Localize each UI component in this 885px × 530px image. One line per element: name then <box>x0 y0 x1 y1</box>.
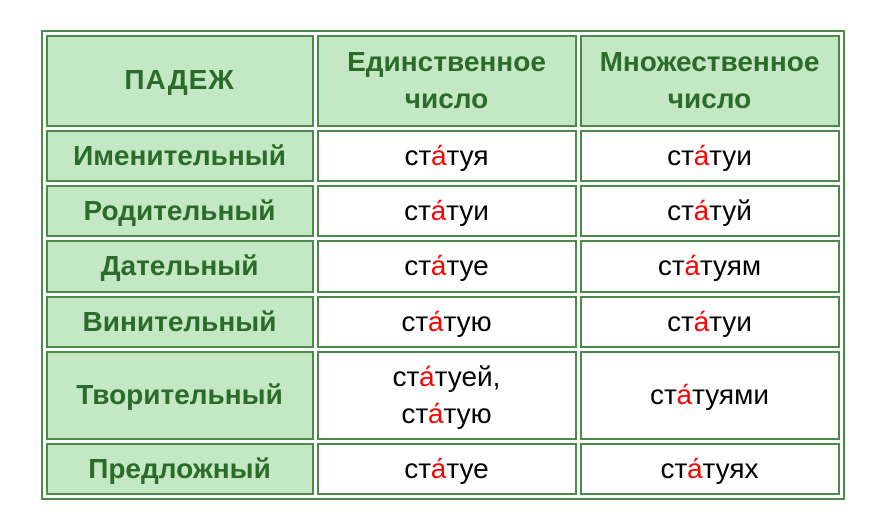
plural-cell: ста́туй <box>580 185 840 237</box>
declension-table-wrapper: ПАДЕЖ Единственное число Множественное ч… <box>41 30 845 501</box>
word-stress: а́ <box>687 453 703 484</box>
word-prefix: ст <box>393 361 420 392</box>
plural-cell: ста́туях <box>580 443 840 495</box>
table-header-row: ПАДЕЖ Единственное число Множественное ч… <box>46 35 840 127</box>
header-singular: Единственное число <box>317 35 577 127</box>
word-prefix: ст <box>650 379 677 410</box>
singular-cell: ста́туя <box>317 130 577 182</box>
header-case: ПАДЕЖ <box>46 35 314 127</box>
table-body: Именительныйста́туяста́туиРодительныйста… <box>46 130 840 496</box>
word-suffix: туям <box>700 250 761 281</box>
header-singular-line2: число <box>405 83 489 114</box>
word-stress: а́ <box>694 140 710 171</box>
case-name-cell: Предложный <box>46 443 314 495</box>
case-name-cell: Именительный <box>46 130 314 182</box>
word-suffix: туями <box>692 379 769 410</box>
singular-cell: ста́тую <box>317 296 577 348</box>
header-plural-line1: Множественное <box>600 46 820 77</box>
case-name-cell: Творительный <box>46 351 314 440</box>
word-stress: а́ <box>431 453 447 484</box>
word-suffix: тую <box>443 398 491 429</box>
table-row: Творительныйста́туей,ста́туюста́туями <box>46 351 840 440</box>
word-stress: а́ <box>431 250 447 281</box>
word-prefix: ст <box>660 453 687 484</box>
header-case-label: ПАДЕЖ <box>124 64 234 95</box>
word-prefix: ст <box>658 250 685 281</box>
word-prefix: ст <box>404 140 431 171</box>
header-plural-line2: число <box>668 83 752 114</box>
plural-cell: ста́туями <box>580 351 840 440</box>
word-prefix: ст <box>404 250 431 281</box>
word-suffix: туе <box>446 453 488 484</box>
plural-cell: ста́туям <box>580 240 840 292</box>
word-stress: а́ <box>694 306 710 337</box>
word-suffix: туи <box>709 140 752 171</box>
word-prefix: ст <box>667 306 694 337</box>
plural-cell: ста́туи <box>580 130 840 182</box>
word-stress: а́ <box>431 140 447 171</box>
word-suffix: туи <box>709 306 752 337</box>
singular-cell: ста́туе <box>317 443 577 495</box>
case-name-cell: Дательный <box>46 240 314 292</box>
word-prefix: ст <box>401 306 428 337</box>
word-suffix: туе <box>446 250 488 281</box>
table-row: Дательныйста́туеста́туям <box>46 240 840 292</box>
word-prefix: ст <box>404 453 431 484</box>
word-prefix: ст <box>667 195 694 226</box>
word-prefix: ст <box>667 140 694 171</box>
header-plural: Множественное число <box>580 35 840 127</box>
declension-table: ПАДЕЖ Единственное число Множественное ч… <box>43 32 843 499</box>
table-row: Винительныйста́туюста́туи <box>46 296 840 348</box>
word-stress: а́ <box>677 379 693 410</box>
word-suffix: туей, <box>435 361 501 392</box>
word-stress: а́ <box>428 306 444 337</box>
case-name-cell: Винительный <box>46 296 314 348</box>
word-suffix: туй <box>709 195 752 226</box>
table-row: Именительныйста́туяста́туи <box>46 130 840 182</box>
table-row: Родительныйста́туиста́туй <box>46 185 840 237</box>
word-stress: а́ <box>419 361 435 392</box>
word-stress: а́ <box>684 250 700 281</box>
singular-cell: ста́туе <box>317 240 577 292</box>
case-name-cell: Родительный <box>46 185 314 237</box>
header-singular-line1: Единственное <box>347 46 546 77</box>
word-stress: а́ <box>694 195 710 226</box>
word-prefix: ст <box>404 195 431 226</box>
word-prefix: ст <box>401 398 428 429</box>
word-suffix: туя <box>447 140 489 171</box>
word-suffix: тую <box>443 306 491 337</box>
singular-cell: ста́туи <box>317 185 577 237</box>
word-stress: а́ <box>428 398 444 429</box>
table-row: Предложныйста́туеста́туях <box>46 443 840 495</box>
word-suffix: туях <box>703 453 759 484</box>
plural-cell: ста́туи <box>580 296 840 348</box>
singular-cell: ста́туей,ста́тую <box>317 351 577 440</box>
word-suffix: туи <box>446 195 489 226</box>
word-stress: а́ <box>431 195 447 226</box>
